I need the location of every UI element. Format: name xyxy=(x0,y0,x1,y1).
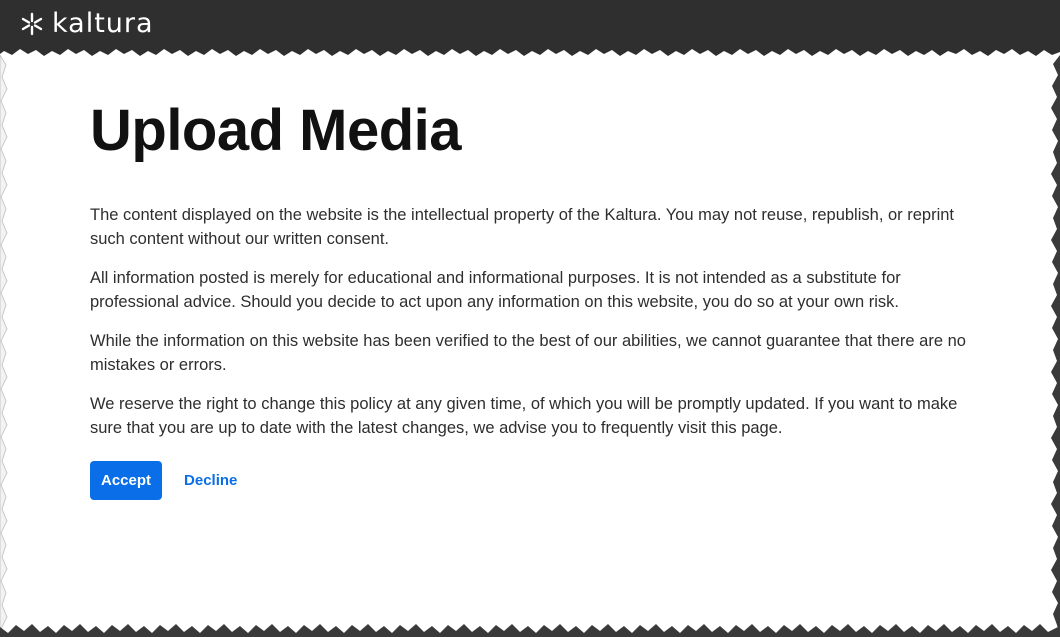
page-title: Upload Media xyxy=(90,98,462,163)
policy-paragraph-2: All information posted is merely for edu… xyxy=(90,269,901,311)
policy-paragraph-3: While the information on this website ha… xyxy=(90,332,966,374)
header-torn-edge xyxy=(0,0,1060,56)
kaltura-logo[interactable]: kaltura xyxy=(18,8,154,40)
torn-edge-right xyxy=(1051,55,1060,637)
policy-paragraph-1: The content displayed on the website is … xyxy=(90,206,955,248)
page-frame: kaltura Upload Media The content display… xyxy=(0,0,1060,637)
kaltura-logo-icon xyxy=(21,12,43,36)
decline-link[interactable]: Decline xyxy=(184,472,237,489)
logo-text: kaltura xyxy=(52,8,154,39)
action-bar: Accept Decline xyxy=(90,461,970,500)
main-content: Upload Media The content displayed on th… xyxy=(90,98,970,500)
header-bar: kaltura xyxy=(0,0,1060,62)
torn-edge-bottom xyxy=(0,624,1060,637)
accept-button[interactable]: Accept xyxy=(90,461,163,500)
torn-edge-left xyxy=(0,55,8,637)
policy-paragraph-4: We reserve the right to change this poli… xyxy=(90,395,958,437)
